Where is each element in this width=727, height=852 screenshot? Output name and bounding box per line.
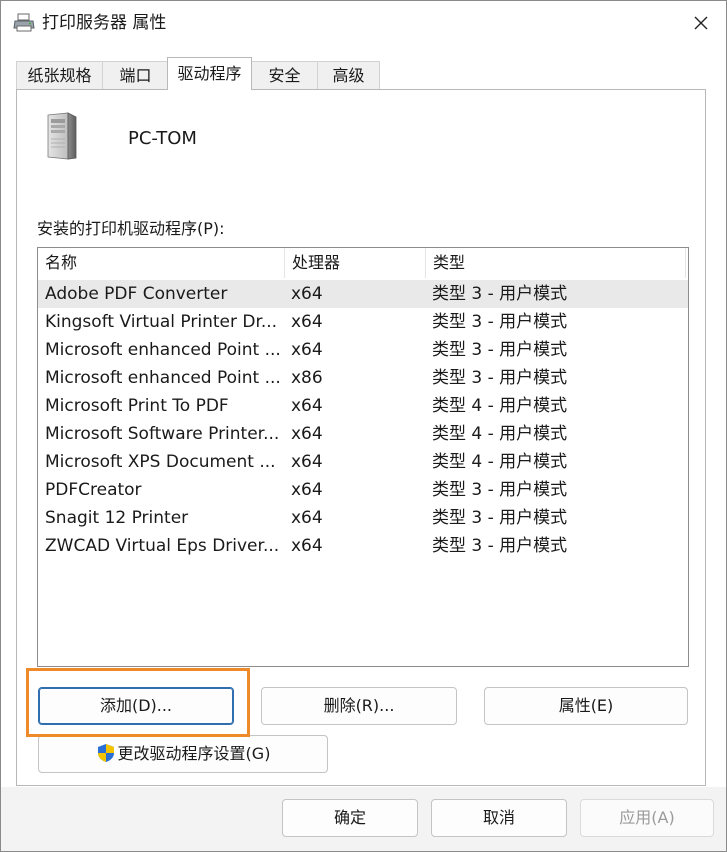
driver-processor-cell: x64 bbox=[291, 536, 323, 556]
print-server-properties-dialog: 打印服务器 属性 纸张规格 端口 驱动程序 安全 高级 PC-TOM 安装的打印… bbox=[0, 0, 727, 852]
driver-processor-cell: x64 bbox=[291, 424, 323, 444]
tab-label: 安全 bbox=[268, 66, 301, 85]
driver-properties-button[interactable]: 属性(E) bbox=[484, 687, 688, 725]
tab-ports[interactable]: 端口 bbox=[102, 61, 169, 89]
driver-processor-cell: x64 bbox=[291, 340, 323, 360]
cancel-button[interactable]: 取消 bbox=[431, 799, 567, 837]
tab-label: 高级 bbox=[332, 66, 365, 85]
table-row[interactable]: Microsoft Print To PDF x64 类型 4 - 用户模式 bbox=[38, 392, 688, 420]
driver-type-cell: 类型 3 - 用户模式 bbox=[432, 536, 568, 556]
table-row[interactable]: PDFCreator x64 类型 3 - 用户模式 bbox=[38, 476, 688, 504]
column-header-type[interactable]: 类型 bbox=[426, 248, 686, 278]
driver-name-cell: Microsoft enhanced Point ... bbox=[45, 340, 281, 360]
driver-type-cell: 类型 4 - 用户模式 bbox=[432, 452, 568, 472]
driver-processor-cell: x64 bbox=[291, 508, 323, 528]
driver-processor-cell: x64 bbox=[291, 480, 323, 500]
add-driver-button[interactable]: 添加(D)... bbox=[38, 687, 234, 725]
driver-type-cell: 类型 3 - 用户模式 bbox=[432, 284, 568, 304]
driver-name-cell: Snagit 12 Printer bbox=[45, 508, 189, 528]
driver-name-cell: Microsoft XPS Document ... bbox=[45, 452, 276, 472]
driver-processor-cell: x64 bbox=[291, 284, 323, 304]
tab-label: 驱动程序 bbox=[177, 64, 242, 83]
window-title: 打印服务器 属性 bbox=[42, 13, 167, 33]
driver-name-cell: PDFCreator bbox=[45, 480, 142, 500]
driver-name-cell: Microsoft Software Printer... bbox=[45, 424, 280, 444]
change-driver-settings-label: 更改驱动程序设置(G) bbox=[117, 744, 271, 763]
column-header-processor[interactable]: 处理器 bbox=[285, 248, 426, 278]
table-row[interactable]: Microsoft Software Printer... x64 类型 4 - 用… bbox=[38, 420, 688, 448]
driver-type-cell: 类型 3 - 用户模式 bbox=[432, 340, 568, 360]
driver-type-cell: 类型 3 - 用户模式 bbox=[432, 312, 568, 332]
printer-icon bbox=[13, 13, 35, 33]
column-header-name[interactable]: 名称 bbox=[38, 248, 285, 278]
driver-name-cell: Adobe PDF Converter bbox=[45, 284, 228, 304]
close-button[interactable] bbox=[677, 1, 725, 45]
apply-button[interactable]: 应用(A) bbox=[580, 799, 714, 837]
tab-paper-sizes[interactable]: 纸张规格 bbox=[16, 61, 103, 89]
driver-processor-cell: x64 bbox=[291, 312, 323, 332]
table-row[interactable]: Adobe PDF Converter x64 类型 3 - 用户模式 bbox=[38, 280, 688, 308]
driver-processor-cell: x64 bbox=[291, 396, 323, 416]
table-row[interactable]: Microsoft enhanced Point ... x64 类型 3 - 用户… bbox=[38, 336, 688, 364]
table-row[interactable]: Kingsoft Virtual Printer Dr... x64 类型 3 - … bbox=[38, 308, 688, 336]
tab-advanced[interactable]: 高级 bbox=[317, 61, 380, 89]
driver-type-cell: 类型 3 - 用户模式 bbox=[432, 480, 568, 500]
table-row[interactable]: Microsoft enhanced Point ... x86 类型 3 - 用户… bbox=[38, 364, 688, 392]
change-driver-settings-button[interactable]: 更改驱动程序设置(G) bbox=[38, 735, 328, 773]
table-row[interactable]: Snagit 12 Printer x64 类型 3 - 用户模式 bbox=[38, 504, 688, 532]
driver-type-cell: 类型 3 - 用户模式 bbox=[432, 368, 568, 388]
driver-name-cell: Microsoft enhanced Point ... bbox=[45, 368, 281, 388]
tab-security[interactable]: 安全 bbox=[251, 61, 318, 89]
driver-name-cell: Kingsoft Virtual Printer Dr... bbox=[45, 312, 278, 332]
remove-driver-button[interactable]: 删除(R)... bbox=[261, 687, 457, 725]
server-tower-icon bbox=[44, 111, 78, 161]
close-icon bbox=[694, 16, 708, 30]
driver-name-cell: ZWCAD Virtual Eps Driver... bbox=[45, 536, 280, 556]
server-name: PC-TOM bbox=[128, 128, 197, 149]
driver-processor-cell: x64 bbox=[291, 452, 323, 472]
table-row[interactable]: ZWCAD Virtual Eps Driver... x64 类型 3 - 用户模… bbox=[38, 532, 688, 560]
driver-processor-cell: x86 bbox=[291, 368, 323, 388]
driver-type-cell: 类型 4 - 用户模式 bbox=[432, 424, 568, 444]
tab-strip: 纸张规格 端口 驱动程序 安全 高级 bbox=[16, 57, 706, 90]
driver-type-cell: 类型 3 - 用户模式 bbox=[432, 508, 568, 528]
list-header: 名称 处理器 类型 bbox=[38, 248, 688, 278]
uac-shield-icon bbox=[96, 740, 116, 762]
driver-name-cell: Microsoft Print To PDF bbox=[45, 396, 229, 416]
installed-drivers-label: 安装的打印机驱动程序(P): bbox=[37, 219, 225, 238]
table-row[interactable]: Microsoft XPS Document ... x64 类型 4 - 用户模式 bbox=[38, 448, 688, 476]
installed-drivers-list[interactable]: 名称 处理器 类型 Adobe PDF Converter x64 类型 3 - 用… bbox=[37, 247, 689, 667]
tab-label: 纸张规格 bbox=[27, 66, 92, 85]
driver-type-cell: 类型 4 - 用户模式 bbox=[432, 396, 568, 416]
dialog-footer: 确定 取消 应用(A) bbox=[1, 787, 726, 851]
tab-label: 端口 bbox=[119, 66, 152, 85]
tab-drivers[interactable]: 驱动程序 bbox=[167, 57, 252, 90]
title-bar: 打印服务器 属性 bbox=[1, 1, 726, 45]
ok-button[interactable]: 确定 bbox=[282, 799, 418, 837]
